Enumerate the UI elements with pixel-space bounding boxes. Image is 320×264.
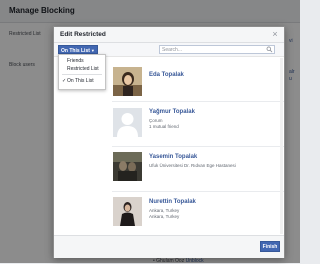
person-name[interactable]: Nurettin Topalak (149, 199, 196, 205)
list-scrollbar[interactable] (280, 58, 283, 234)
person-name[interactable]: Yağmur Topalak (149, 109, 195, 115)
person-name[interactable]: Yasemin Topalak (149, 154, 197, 160)
person-detail: Çorum (149, 118, 163, 123)
menu-item-label: Restricted List (67, 66, 99, 72)
close-icon[interactable]: × (270, 29, 280, 39)
avatar (113, 108, 142, 137)
checkmark-icon: ✓ (62, 78, 67, 84)
menu-item-on-this-list[interactable]: ✓ On This List (59, 77, 105, 85)
edit-restricted-dialog: Edit Restricted × On This List▼ Friends … (53, 26, 285, 258)
menu-divider (62, 74, 102, 75)
search-box (159, 45, 275, 54)
person-detail: Ankara, Turkey (149, 214, 180, 219)
person-row[interactable]: Yağmur Topalak Çorum 1 mutual friend (54, 102, 284, 146)
avatar (113, 197, 142, 226)
finish-button[interactable]: Finish (260, 241, 280, 252)
avatar (113, 152, 142, 181)
person-row[interactable]: Nurettin Topalak Ankara, Turkey Ankara, … (54, 192, 284, 235)
menu-item-restricted-list[interactable]: Restricted List (59, 65, 105, 73)
dialog-footer: Finish (54, 235, 284, 258)
dialog-header: Edit Restricted × (54, 27, 284, 43)
menu-item-label: On This List (67, 78, 94, 84)
list-filter-dropdown-button[interactable]: On This List▼ (58, 45, 98, 54)
caret-down-icon: ▼ (90, 48, 95, 53)
dialog-title: Edit Restricted (60, 31, 106, 38)
search-input[interactable] (160, 46, 268, 53)
person-row[interactable]: Yasemin Topalak Ufuk Üniversitesi Dr. Rı… (54, 147, 284, 191)
menu-item-label: Friends (67, 58, 84, 64)
person-detail: 1 mutual friend (149, 124, 179, 129)
person-name[interactable]: Eda Topalak (149, 72, 184, 78)
search-icon (266, 46, 273, 53)
menu-item-friends[interactable]: Friends (59, 57, 105, 65)
list-filter-menu: Friends Restricted List ✓ On This List (58, 54, 106, 90)
person-detail: Ufuk Üniversitesi Dr. Rıdvan Ege Hastane… (149, 163, 236, 168)
avatar (113, 67, 142, 96)
person-detail: Ankara, Turkey (149, 208, 180, 213)
